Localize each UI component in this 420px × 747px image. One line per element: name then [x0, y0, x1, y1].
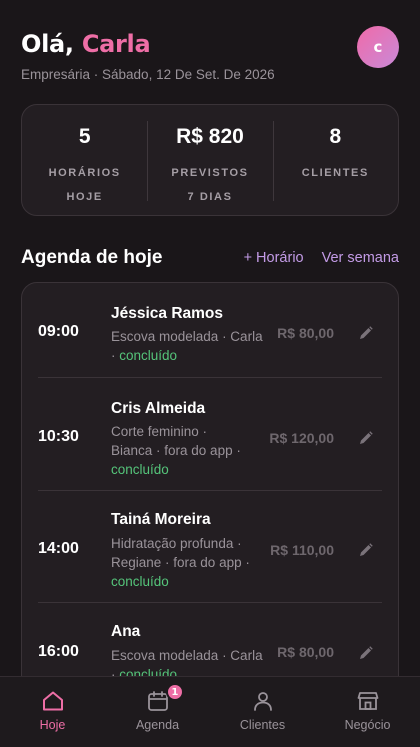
pencil-icon[interactable] [358, 645, 374, 661]
avatar[interactable]: c [357, 26, 399, 68]
desc-line: Escova modelada · Carla [111, 329, 263, 344]
desc-line: Escova modelada · Carla [111, 648, 263, 663]
appointment-time: 16:00 [38, 643, 79, 660]
home-icon [42, 691, 63, 711]
stats-card: 5 HORÁRIOS HOJE R$ 820 PREVISTOS 7 DIAS … [21, 104, 399, 216]
pencil-icon[interactable] [358, 542, 374, 558]
appointment-description: Escova modelada · Carla · concluído [111, 327, 271, 365]
tab-clientes[interactable]: Clientes [210, 677, 315, 747]
appointment-price: R$ 120,00 [269, 430, 334, 446]
appointment-price: R$ 110,00 [270, 542, 334, 558]
stat-label-line: 7 DIAS [187, 191, 233, 203]
stat-label-line: HORÁRIOS [48, 167, 121, 179]
pencil-icon[interactable] [358, 430, 374, 446]
stat-forecast-7-days: R$ 820 PREVISTOS 7 DIAS [147, 105, 272, 215]
notification-badge: 1 [165, 683, 184, 701]
client-name: Cris Almeida [111, 400, 206, 417]
client-name: Ana [111, 623, 141, 640]
appointment-price: R$ 80,00 [277, 644, 334, 660]
stat-value: 5 [78, 125, 91, 148]
desc-line: · concluído [111, 346, 271, 365]
stat-appointments-today: 5 HORÁRIOS HOJE [22, 105, 147, 215]
desc-line-prefix: · [111, 348, 120, 363]
agenda-list: 09:00 Jéssica Ramos Escova modelada · Ca… [21, 282, 399, 702]
desc-line: Corte feminino · [111, 424, 208, 439]
tab-hoje[interactable]: Hoje [0, 677, 105, 747]
status-label: concluído [119, 348, 178, 363]
stat-value: R$ 820 [176, 125, 244, 148]
appointment-row[interactable]: 14:00 Tainá Moreira Hidratação profunda … [38, 491, 382, 603]
date-subtitle: Empresária · Sábado, 12 De Set. De 2026 [21, 67, 275, 82]
bottom-tab-bar: Hoje 1 Agenda Clientes Negócio [0, 676, 420, 747]
stat-label: CLIENTES [302, 161, 369, 185]
stat-clients: 8 CLIENTES [272, 105, 398, 215]
appointment-time: 10:30 [38, 428, 79, 445]
greeting-title: Olá, Carla [21, 30, 399, 58]
desc-line: Regiane · fora do app · [111, 555, 250, 570]
agenda-header: Agenda de hoje + Horário Ver semana [21, 244, 399, 272]
appointment-row[interactable]: 10:30 Cris Almeida Corte feminino · Bian… [38, 378, 382, 491]
client-name: Tainá Moreira [111, 511, 211, 528]
store-icon [357, 692, 378, 710]
header: Olá, Carla Empresária · Sábado, 12 De Se… [21, 26, 399, 90]
user-icon [253, 692, 272, 711]
status-label: concluído [111, 462, 169, 477]
tab-agenda[interactable]: 1 Agenda [105, 677, 210, 747]
client-name: Jéssica Ramos [111, 305, 224, 322]
stat-label-line: HOJE [66, 191, 103, 203]
stat-label: HORÁRIOS HOJE [49, 161, 121, 209]
appointment-time: 09:00 [38, 323, 79, 340]
stat-label-line: PREVISTOS [171, 167, 249, 179]
appointment-time: 14:00 [38, 540, 79, 557]
agenda-title: Agenda de hoje [21, 247, 163, 268]
status-label: concluído [111, 574, 169, 589]
tab-label: Hoje [39, 718, 66, 732]
tab-label: Negócio [344, 718, 391, 732]
view-week-link[interactable]: Ver semana [322, 250, 399, 266]
greeting-text: Olá, [21, 30, 74, 58]
user-name: Carla [81, 30, 151, 58]
desc-line: Hidratação profunda · [111, 536, 242, 551]
add-appointment-link[interactable]: + Horário [244, 250, 304, 266]
stat-label: PREVISTOS 7 DIAS [171, 161, 248, 209]
pencil-icon[interactable] [358, 325, 374, 341]
tab-label: Clientes [239, 718, 286, 732]
appointment-row[interactable]: 09:00 Jéssica Ramos Escova modelada · Ca… [38, 283, 382, 378]
tab-label: Agenda [135, 718, 180, 732]
appointment-description: Corte feminino · Bianca · fora do app · … [111, 422, 266, 479]
appointment-price: R$ 80,00 [277, 325, 334, 341]
stat-value: 8 [329, 125, 342, 148]
desc-line: Bianca · fora do app · [111, 443, 241, 458]
tab-negocio[interactable]: Negócio [315, 677, 420, 747]
appointment-description: Hidratação profunda · Regiane · fora do … [111, 534, 266, 591]
stat-label-line: CLIENTES [301, 167, 369, 179]
